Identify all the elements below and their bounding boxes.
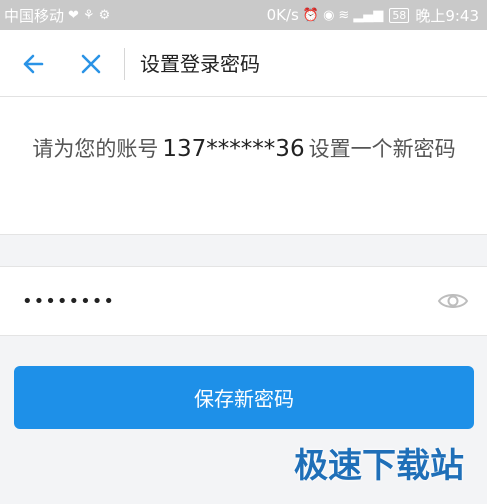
alarm-icon: ⏰ (302, 7, 320, 23)
page-title: 设置登录密码 (140, 52, 260, 76)
notification-icon: ⚘ (82, 7, 95, 23)
eye-status-icon: ◉ (323, 7, 335, 23)
signal-icon: ▂▄▆ (353, 7, 384, 23)
heart-icon: ❤ (68, 7, 79, 23)
save-password-button[interactable]: 保存新密码 (14, 366, 474, 429)
instruction-text: 请为您的账号 137******36 设置一个新密码 (24, 133, 464, 166)
back-button[interactable] (16, 47, 50, 81)
eye-icon (437, 294, 469, 308)
top-bar: 设置登录密码 (0, 30, 487, 97)
carrier-label: 中国移动 (4, 6, 65, 25)
password-input[interactable] (22, 283, 402, 319)
header-divider (124, 48, 125, 80)
instruction-suffix: 设置一个新密码 (308, 137, 456, 161)
settings-status-icon: ⚙ (98, 7, 111, 23)
password-row (0, 266, 487, 336)
toggle-visibility-button[interactable] (437, 287, 469, 315)
account-number: 137******36 (162, 136, 305, 162)
battery-indicator: 58 (389, 7, 410, 23)
network-speed: 0K/s (266, 6, 299, 24)
wifi-icon: ≋ (338, 7, 350, 23)
watermark-logo: 极速下载站 (294, 446, 464, 486)
status-time: 晚上9:43 (415, 6, 479, 25)
close-icon (81, 54, 101, 74)
instruction-prefix: 请为您的账号 (32, 137, 159, 161)
message-panel: 请为您的账号 137******36 设置一个新密码 (0, 97, 487, 235)
back-arrow-icon (23, 54, 44, 74)
status-right: 0K/s ⏰ ◉ ≋ ▂▄▆ 58 晚上9:43 (267, 5, 479, 26)
close-button[interactable] (74, 47, 108, 81)
status-bar: 中国移动 ❤ ⚘ ⚙ 0K/s ⏰ ◉ ≋ ▂▄▆ 58 晚上9:43 (0, 0, 487, 30)
status-left: 中国移动 ❤ ⚘ ⚙ (4, 5, 110, 26)
